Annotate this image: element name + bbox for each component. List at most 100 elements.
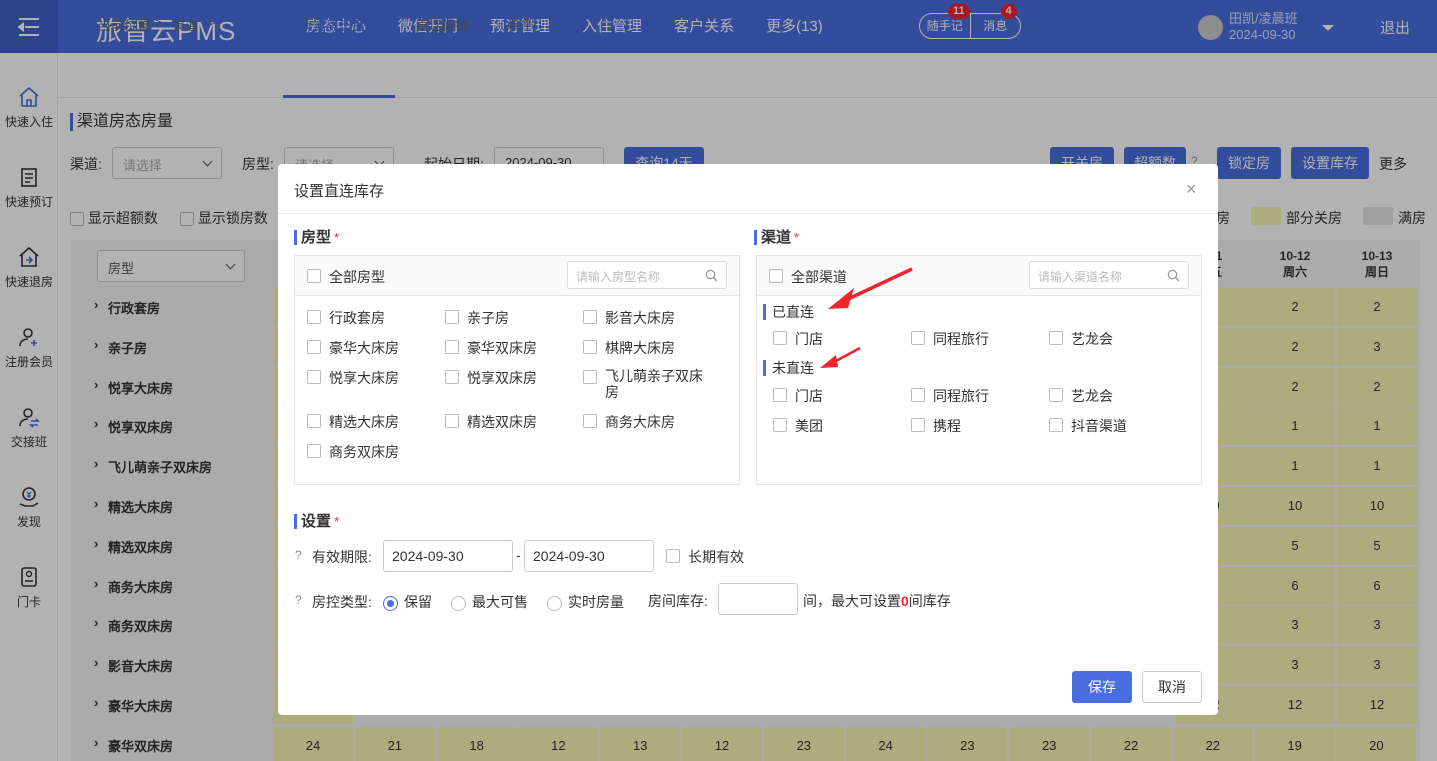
checkbox[interactable] [911,331,925,345]
checkbox[interactable] [445,340,459,354]
checkbox[interactable] [307,414,321,428]
channel-search-input[interactable]: 请输入渠道名称 [1029,261,1189,289]
unconnected-channel-option[interactable]: 艺龙会 [1049,386,1113,406]
control-radio-realtime[interactable]: 实时房量 [547,592,624,612]
roomtype-search-input[interactable]: 请输入房型名称 [567,261,727,289]
required-mark: * [334,230,340,245]
roomtype-option[interactable]: 精选大床房 [307,412,399,432]
room-stock-label: 房间库存: [648,593,708,609]
long-term-checkbox[interactable]: 长期有效 [666,547,744,567]
max-stock-value: 0 [901,593,909,609]
checkbox[interactable] [773,418,787,432]
annotation-arrow-icon [820,346,861,368]
roomtype-option-label: 亲子房 [467,310,509,326]
roomtype-option[interactable]: 悦享大床房 [307,368,399,388]
control-radio-max-sellable[interactable]: 最大可售 [451,592,528,612]
checkbox[interactable] [911,388,925,402]
radio-selected[interactable] [383,595,398,611]
date-dash: - [516,547,521,563]
checkbox[interactable] [445,310,459,324]
checkbox[interactable] [583,370,597,384]
unconnected-channel-option[interactable]: 美团 [773,416,823,436]
settings-section-label: 设置 [301,513,332,530]
checkbox[interactable] [307,340,321,354]
checkbox[interactable] [445,414,459,428]
unconnected-channel-option[interactable]: 门店 [773,386,823,406]
validity-from-input[interactable]: 2024-09-30 [383,540,513,572]
channel-option-label: 艺龙会 [1071,331,1113,347]
checkbox[interactable] [307,310,321,324]
stock-hint-prefix: 间，最大可设置 [803,593,901,609]
validity-to-input[interactable]: 2024-09-30 [524,540,654,572]
radio-label: 最大可售 [472,594,528,610]
checkbox[interactable] [1049,331,1063,345]
roomtype-option[interactable]: 亲子房 [445,308,509,328]
roomtype-option-label: 行政套房 [329,310,385,326]
roomtype-option[interactable]: 影音大床房 [583,308,675,328]
channel-section-label: 渠道 [761,229,792,246]
connected-title: 已直连 [763,304,814,320]
save-button[interactable]: 保存 [1072,671,1132,703]
room-stock-input[interactable] [718,583,798,615]
roomtype-option[interactable]: 豪华双床房 [445,338,537,358]
roomtype-option[interactable]: 悦享双床房 [445,368,537,388]
roomtype-option[interactable]: 行政套房 [307,308,385,328]
channel-option-label: 门店 [795,388,823,404]
radio[interactable] [451,595,466,611]
roomtype-option-label: 飞儿萌亲子双床房 [605,368,703,400]
unconnected-channel-option[interactable]: 抖音渠道 [1049,416,1127,436]
radio[interactable] [547,595,562,611]
channel-section-title: 渠道 * [754,230,799,245]
search-icon [705,269,718,282]
roomtype-option-label: 悦享双床房 [467,370,537,386]
all-roomtypes-checkbox[interactable]: 全部房型 [307,267,385,287]
stock-hint-suffix: 间库存 [908,593,951,609]
checkbox[interactable] [307,444,321,458]
checkbox[interactable] [911,418,925,432]
unconnected-channel-option[interactable]: 携程 [911,416,961,436]
roomtype-option-label: 商务大床房 [605,414,675,430]
checkbox[interactable] [1049,388,1063,402]
checkbox[interactable] [583,414,597,428]
roomtype-option[interactable]: 飞儿萌亲子双床房 [583,368,713,400]
checkbox[interactable] [769,269,783,283]
annotation-arrow-icon [828,267,913,309]
set-direct-stock-modal: 设置直连库存 × 房型 * 全部房型 请输入房型名称 行政套房 亲子房 影音大床房 豪华… [278,164,1218,715]
checkbox[interactable] [583,340,597,354]
all-roomtypes-label: 全部房型 [329,269,385,285]
checkbox[interactable] [666,549,680,563]
unconnected-channel-option[interactable]: 同程旅行 [911,386,989,406]
checkbox[interactable] [1049,418,1063,432]
roomtype-option-label: 豪华双床房 [467,340,537,356]
close-icon[interactable]: × [1186,180,1197,198]
roomtype-option[interactable]: 商务双床房 [307,442,399,462]
channel-option-label: 同程旅行 [933,331,989,347]
channel-option-label: 美团 [795,418,823,434]
checkbox[interactable] [583,310,597,324]
connected-channel-option[interactable]: 艺龙会 [1049,329,1113,349]
unconnected-title: 未直连 [763,360,814,376]
roomtype-section-label: 房型 [301,229,332,246]
roomtype-option-label: 悦享大床房 [329,370,399,386]
roomtype-option[interactable]: 棋牌大床房 [583,338,675,358]
channel-option-label: 抖音渠道 [1071,418,1127,434]
roomtype-option-label: 棋牌大床房 [605,340,675,356]
control-radio-reserve[interactable]: 保留 [383,592,432,612]
checkbox[interactable] [307,370,321,384]
roomtype-option[interactable]: 精选双床房 [445,412,537,432]
connected-channel-option[interactable]: 同程旅行 [911,329,989,349]
roomtype-box: 全部房型 请输入房型名称 行政套房 亲子房 影音大床房豪华大床房 豪华双床房 棋牌大床房… [294,255,740,485]
channel-option-label: 携程 [933,418,961,434]
roomtype-option[interactable]: 商务大床房 [583,412,675,432]
search-icon [1167,269,1180,282]
stock-hint: 间，最大可设置0间库存 [803,591,951,611]
roomtype-search-placeholder: 请输入房型名称 [576,270,661,284]
checkbox[interactable] [773,388,787,402]
modal-divider [278,213,1218,214]
checkbox[interactable] [773,331,787,345]
checkbox[interactable] [445,370,459,384]
control-type-label: 房控类型: [312,594,372,610]
roomtype-option[interactable]: 豪华大床房 [307,338,399,358]
checkbox[interactable] [307,269,321,283]
cancel-button[interactable]: 取消 [1142,671,1202,703]
